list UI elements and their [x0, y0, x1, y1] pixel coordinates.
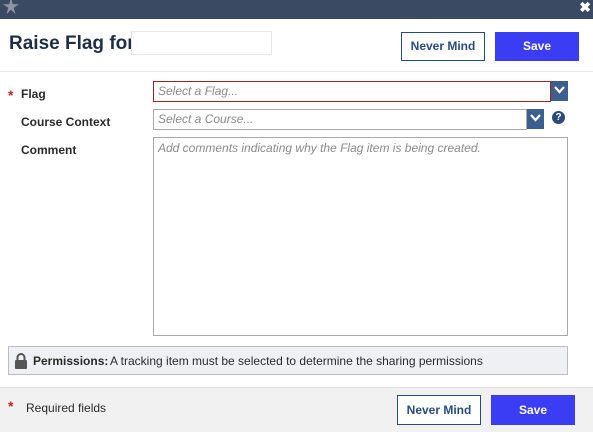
student-name-field	[131, 31, 272, 55]
header-divider	[0, 71, 593, 72]
footer-save-button[interactable]: Save	[491, 395, 575, 425]
course-context-label: Course Context	[21, 115, 111, 129]
help-icon[interactable]: ?	[552, 111, 565, 124]
required-star-icon: *	[8, 398, 14, 414]
dialog-title: Raise Flag for	[9, 33, 135, 54]
app-logo-icon	[2, 0, 20, 15]
footer-never-mind-button[interactable]: Never Mind	[397, 395, 481, 425]
permissions-label: Permissions:	[33, 354, 109, 368]
comment-label: Comment	[21, 143, 77, 157]
close-icon[interactable]: ✖	[579, 0, 591, 16]
flag-label: Flag	[21, 87, 46, 101]
flag-required-icon: *	[8, 87, 14, 103]
permissions-text: A tracking item must be selected to dete…	[110, 354, 483, 368]
course-select[interactable]: Select a Course...	[153, 109, 527, 130]
flag-dropdown-button[interactable]	[551, 81, 568, 101]
course-dropdown-button[interactable]	[527, 109, 544, 129]
header-never-mind-button[interactable]: Never Mind	[401, 32, 485, 61]
header-save-button[interactable]: Save	[495, 32, 579, 61]
chevron-down-icon	[530, 114, 541, 122]
flag-select[interactable]: Select a Flag...	[153, 81, 551, 102]
permissions-notice: Permissions: A tracking item must be sel…	[8, 346, 568, 375]
comment-textarea[interactable]	[153, 137, 568, 336]
dialog-footer: * Required fields Never Mind Save	[0, 387, 593, 432]
chevron-down-icon	[554, 86, 565, 94]
required-fields-text: Required fields	[26, 401, 107, 415]
window-titlebar: ✖	[0, 0, 593, 19]
lock-icon	[15, 353, 27, 369]
